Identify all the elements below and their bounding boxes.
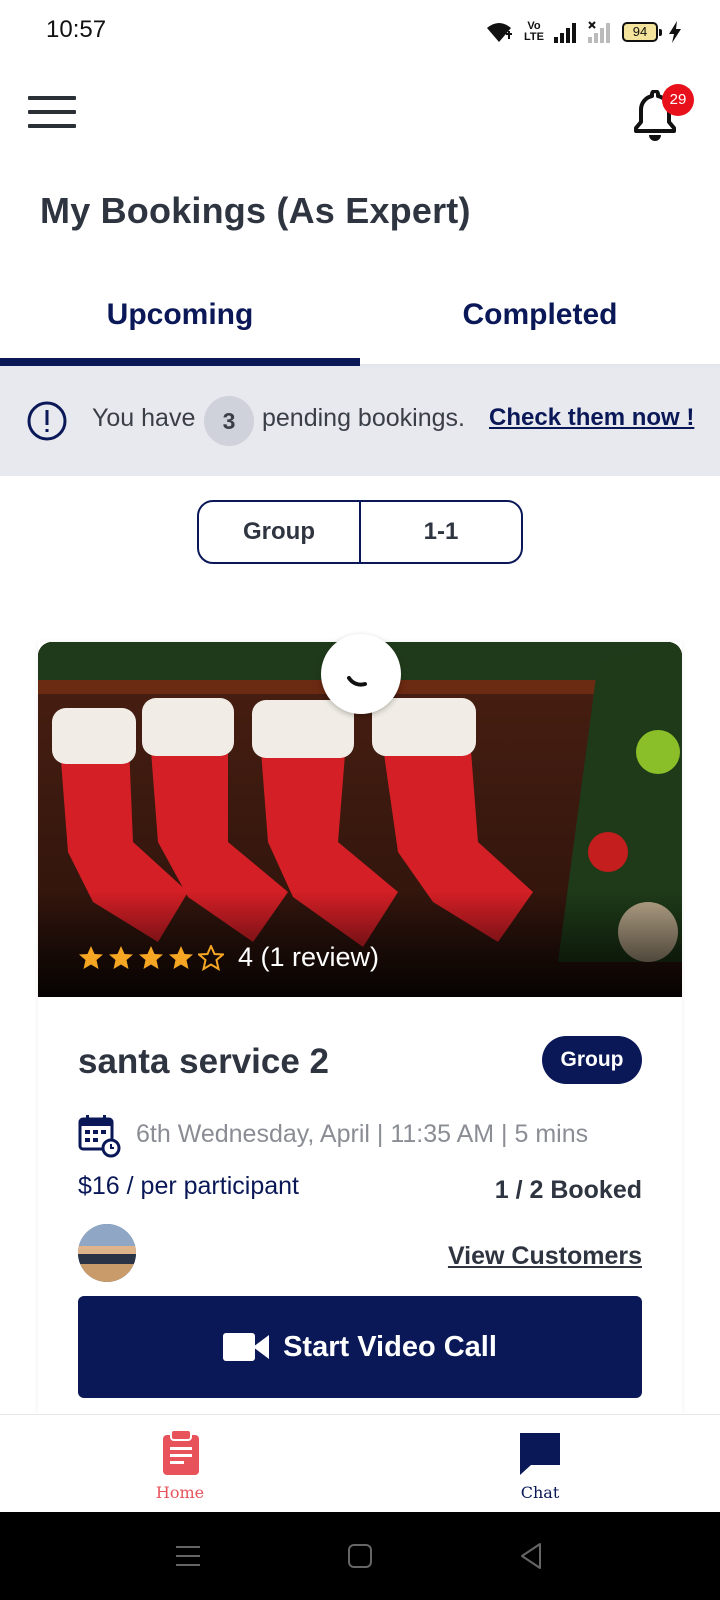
service-title: santa service 2 (78, 1042, 330, 1081)
banner-text-before: You have (92, 404, 196, 432)
banner-text-after: pending bookings. (262, 404, 465, 432)
booking-type-badge: Group (542, 1036, 642, 1084)
loading-spinner-icon (321, 634, 401, 714)
clipboard-icon (163, 1429, 199, 1475)
notification-count-badge: 29 (662, 84, 694, 116)
chat-bubble-icon (520, 1433, 560, 1475)
star-filled-icon (79, 945, 103, 969)
page-title: My Bookings (As Expert) (40, 190, 471, 231)
booking-type-segment: Group 1-1 (197, 500, 523, 564)
nav-home[interactable]: Home (120, 1415, 240, 1513)
star-rating (78, 944, 228, 971)
status-bar: 10:57 Vo LTE 94 (0, 0, 720, 64)
home-system-icon[interactable] (344, 1540, 376, 1572)
video-camera-icon (223, 1333, 270, 1361)
start-video-call-label: Start Video Call (283, 1330, 497, 1363)
pending-count-badge: 3 (204, 396, 254, 446)
bottom-navigation: Home Chat (0, 1414, 720, 1512)
star-filled-icon (139, 945, 163, 969)
star-filled-icon (169, 945, 193, 969)
tab-bar: Upcoming Completed (0, 278, 720, 366)
check-pending-link[interactable]: Check them now ! (489, 404, 694, 432)
booking-card[interactable]: 4 (1 review) santa service 2 Group 6th W… (38, 634, 682, 1414)
customer-avatar[interactable] (78, 1224, 136, 1282)
alert-circle-icon (27, 401, 67, 441)
session-datetime: 6th Wednesday, April | 11:35 AM | 5 mins (136, 1120, 589, 1148)
tab-upcoming[interactable]: Upcoming (0, 278, 360, 366)
hamburger-menu-icon[interactable] (28, 96, 76, 130)
battery-icon: 94 (622, 22, 662, 42)
booked-count: 1 / 2 Booked (494, 1176, 642, 1204)
system-navigation-bar (0, 1512, 720, 1600)
status-time: 10:57 (46, 16, 107, 43)
view-customers-link[interactable]: View Customers (448, 1242, 642, 1271)
wifi-icon (487, 23, 513, 42)
star-empty-icon (198, 944, 224, 971)
tab-completed[interactable]: Completed (360, 278, 720, 366)
rating-row: 4 (1 review) (78, 942, 379, 973)
nav-chat[interactable]: Chat (480, 1415, 600, 1513)
calendar-clock-icon (78, 1115, 121, 1158)
status-icons: Vo LTE 94 (484, 18, 682, 46)
no-signal-icon (588, 21, 610, 43)
rating-text: 4 (1 review) (238, 942, 380, 972)
nav-home-label: Home (155, 1483, 205, 1502)
segment-one-on-one[interactable]: 1-1 (359, 502, 521, 562)
back-system-icon[interactable] (516, 1540, 548, 1572)
volte-icon: Vo LTE (524, 20, 544, 43)
segment-group[interactable]: Group (199, 502, 359, 562)
nav-chat-label: Chat (520, 1483, 560, 1502)
notifications-button[interactable]: 29 (632, 84, 696, 144)
active-tab-indicator (0, 358, 360, 366)
signal-icon (554, 23, 576, 43)
start-video-call-button[interactable]: Start Video Call (78, 1296, 642, 1398)
price-per-participant: $16 / per participant (78, 1172, 299, 1200)
charging-icon (669, 21, 681, 43)
pending-bookings-banner: You have 3 pending bookings. Check them … (0, 366, 720, 476)
star-filled-icon (109, 945, 133, 969)
recent-apps-icon[interactable] (172, 1540, 204, 1572)
